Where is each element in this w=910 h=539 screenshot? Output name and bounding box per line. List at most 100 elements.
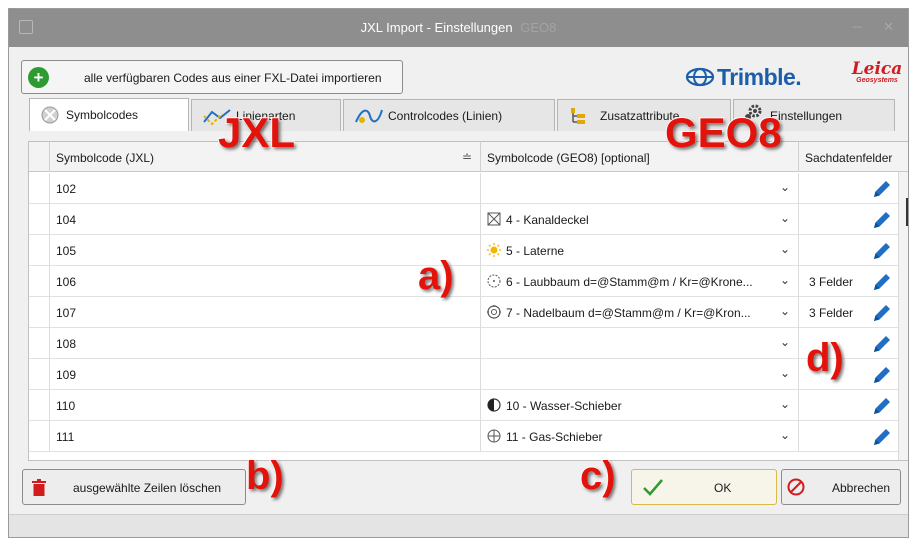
cancel-icon	[787, 478, 805, 496]
edit-pencil-icon[interactable]	[871, 178, 893, 200]
ok-button-label: OK	[714, 481, 732, 495]
geo8-symbol-value: 11 - Gas-Schieber	[506, 430, 603, 444]
attribute-icon	[571, 108, 585, 124]
annotation-b: b)	[245, 454, 285, 498]
edit-pencil-icon[interactable]	[871, 395, 893, 417]
jxl-code-cell[interactable]: 107	[50, 297, 481, 328]
geo8-symbol-select[interactable]: 7 - Nadelbaum d=@Stamm@m / Kr=@Kron... ⌄	[481, 297, 799, 328]
geo8-symbol-select[interactable]: 5 - Laterne ⌄	[481, 235, 799, 266]
table-row[interactable]: 109 ⌄	[29, 359, 899, 390]
tab-symbolcodes-label: Symbolcodes	[66, 108, 139, 122]
jxl-code-cell[interactable]: 110	[50, 390, 481, 421]
ok-button[interactable]: OK	[631, 469, 777, 505]
scrollbar-thumb[interactable]	[906, 198, 908, 226]
delete-button-label: ausgewählte Zeilen löschen	[73, 481, 222, 495]
tab-controlcodes-label: Controlcodes (Linien)	[388, 109, 503, 123]
edit-pencil-icon[interactable]	[871, 426, 893, 448]
symbol-icon	[41, 106, 59, 124]
sachdaten-cell: 3 Felder	[799, 266, 899, 297]
close-icon[interactable]: ✕	[883, 19, 894, 35]
jxl-code-cell[interactable]: 104	[50, 204, 481, 235]
delete-selected-rows-button[interactable]: ausgewählte Zeilen löschen	[22, 469, 246, 505]
row-selector[interactable]	[29, 421, 50, 452]
table-row[interactable]: 106 6 - Laubbaum d=@Stamm@m / Kr=@Krone.…	[29, 266, 899, 297]
chevron-down-icon[interactable]: ⌄	[780, 273, 790, 287]
chevron-down-icon[interactable]: ⌄	[780, 366, 790, 380]
table-row[interactable]: 102 ⌄	[29, 173, 899, 204]
edit-pencil-icon[interactable]	[871, 240, 893, 262]
row-selector[interactable]	[29, 266, 50, 297]
sachdaten-count: 3 Felder	[809, 306, 854, 320]
tab-symbolcodes[interactable]: Symbolcodes	[29, 98, 189, 131]
tab-controlcodes[interactable]: Controlcodes (Linien)	[343, 99, 555, 131]
vertical-scrollbar[interactable]	[898, 172, 908, 460]
tree-icon	[487, 274, 501, 288]
table-row[interactable]: 110 10 - Wasser-Schieber ⌄	[29, 390, 899, 421]
table-row[interactable]: 111 11 - Gas-Schieber ⌄	[29, 421, 899, 452]
chevron-down-icon[interactable]: ⌄	[780, 304, 790, 318]
geo8-symbol-select[interactable]: 4 - Kanaldeckel ⌄	[481, 204, 799, 235]
jxl-code-cell[interactable]: 105	[50, 235, 481, 266]
geo8-symbol-select[interactable]: 10 - Wasser-Schieber ⌄	[481, 390, 799, 421]
control-code-icon	[355, 109, 383, 123]
import-fxl-button[interactable]: + alle verfügbaren Codes aus einer FXL-D…	[21, 60, 403, 94]
edit-pencil-icon[interactable]	[871, 333, 893, 355]
table-row[interactable]: 104 4 - Kanaldeckel ⌄	[29, 204, 899, 235]
geo8-symbol-select[interactable]: 11 - Gas-Schieber ⌄	[481, 421, 799, 452]
jxl-code-cell[interactable]: 109	[50, 359, 481, 390]
geo8-symbol-select[interactable]: ⌄	[481, 328, 799, 359]
geo8-symbol-select[interactable]: 6 - Laubbaum d=@Stamm@m / Kr=@Krone... ⌄	[481, 266, 799, 297]
water-valve-icon	[487, 398, 501, 412]
window-title-suffix: GEO8	[520, 20, 557, 35]
row-selector[interactable]	[29, 235, 50, 266]
minimize-icon[interactable]: ─	[853, 19, 862, 34]
sachdaten-count: 3 Felder	[809, 275, 854, 289]
geo8-symbol-select[interactable]: ⌄	[481, 359, 799, 390]
import-fxl-label: alle verfügbaren Codes aus einer FXL-Dat…	[84, 71, 382, 85]
cancel-button[interactable]: Abbrechen	[781, 469, 901, 505]
lamp-icon	[487, 243, 501, 257]
geo8-symbol-value: 10 - Wasser-Schieber	[506, 399, 622, 413]
annotation-d: d)	[805, 336, 845, 380]
table-row[interactable]: 105 5 - Laterne ⌄	[29, 235, 899, 266]
table-row[interactable]: 108 ⌄	[29, 328, 899, 359]
edit-pencil-icon[interactable]	[871, 364, 893, 386]
edit-pencil-icon[interactable]	[871, 302, 893, 324]
symbolcode-table: Symbolcode (JXL) ≐ Symbolcode (GEO8) [op…	[28, 141, 908, 461]
sachdaten-cell: 3 Felder	[799, 297, 899, 328]
sachdaten-cell	[799, 235, 899, 266]
geo8-symbol-value: 6 - Laubbaum d=@Stamm@m / Kr=@Krone...	[506, 275, 753, 289]
annotation-geo8: GEO8	[664, 109, 783, 156]
trimble-logo: Trimble.	[685, 64, 802, 91]
sachdaten-cell	[799, 173, 899, 204]
chevron-down-icon[interactable]: ⌄	[780, 397, 790, 411]
edit-pencil-icon[interactable]	[871, 209, 893, 231]
column-header-sachdaten[interactable]: Sachdatenfelder	[799, 142, 899, 172]
jxl-code-cell[interactable]: 102	[50, 173, 481, 204]
conifer-icon	[487, 305, 501, 319]
row-selector[interactable]	[29, 297, 50, 328]
row-selector[interactable]	[29, 173, 50, 204]
row-selector[interactable]	[29, 328, 50, 359]
chevron-down-icon[interactable]: ⌄	[780, 180, 790, 194]
cancel-button-label: Abbrechen	[832, 481, 891, 495]
row-selector[interactable]	[29, 204, 50, 235]
title-bar: JXL Import - Einstellungen GEO8 ─ ✕	[9, 9, 908, 47]
table-row[interactable]: 107 7 - Nadelbaum d=@Stamm@m / Kr=@Kron.…	[29, 297, 899, 328]
jxl-code-cell[interactable]: 108	[50, 328, 481, 359]
jxl-code-cell[interactable]: 111	[50, 421, 481, 452]
edit-pencil-icon[interactable]	[871, 271, 893, 293]
row-selector[interactable]	[29, 359, 50, 390]
chevron-down-icon[interactable]: ⌄	[780, 242, 790, 256]
sort-icon[interactable]: ≐	[462, 150, 472, 164]
annotation-a: a)	[417, 254, 455, 298]
import-settings-dialog: JXL Import - Einstellungen GEO8 ─ ✕ + al…	[8, 8, 909, 538]
sachdaten-cell	[799, 390, 899, 421]
row-selector[interactable]	[29, 390, 50, 421]
chevron-down-icon[interactable]: ⌄	[780, 211, 790, 225]
geo8-symbol-select[interactable]: ⌄	[481, 173, 799, 204]
chevron-down-icon[interactable]: ⌄	[780, 428, 790, 442]
jxl-code-cell[interactable]: 106	[50, 266, 481, 297]
chevron-down-icon[interactable]: ⌄	[780, 335, 790, 349]
geo8-symbol-value: 4 - Kanaldeckel	[506, 213, 589, 227]
